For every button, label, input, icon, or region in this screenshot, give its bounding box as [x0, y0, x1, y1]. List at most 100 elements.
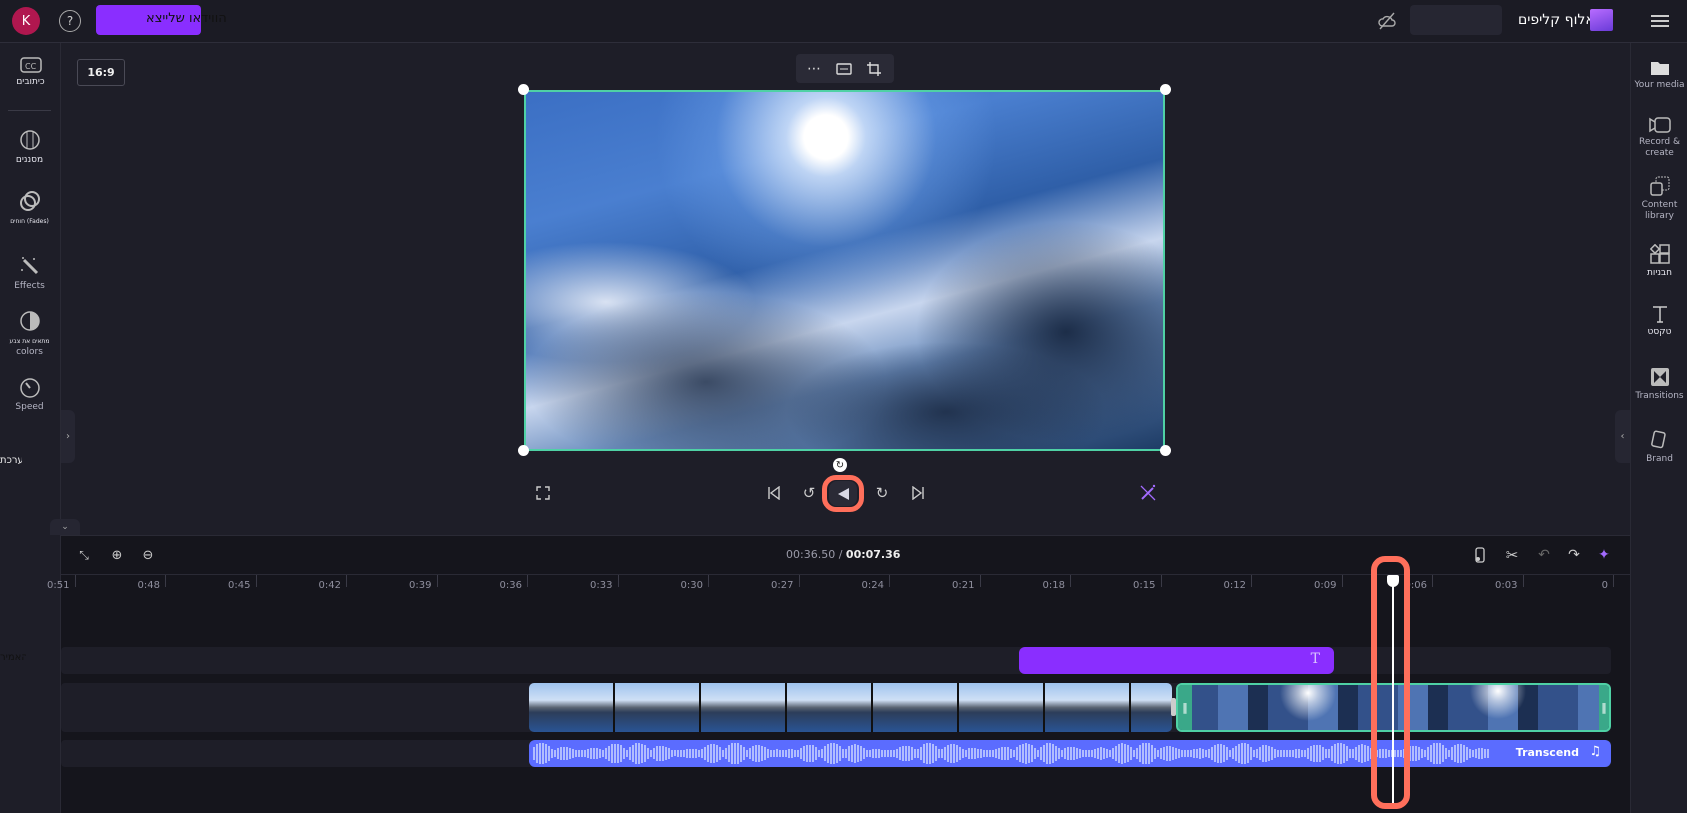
waveform-bar: [1001, 746, 1003, 761]
text-clip[interactable]: T: [1019, 647, 1334, 674]
waveform-bar: [722, 750, 724, 757]
resize-handle[interactable]: [518, 84, 529, 95]
collapse-left-panel-button[interactable]: ›: [61, 410, 75, 463]
undo-icon[interactable]: ↶: [1534, 545, 1554, 565]
clip-trim-handle-right[interactable]: ‖: [1599, 685, 1609, 730]
video-preview[interactable]: [524, 90, 1165, 451]
waveform-bar: [1241, 742, 1243, 765]
adjust-colors-label-2: colors: [16, 347, 43, 357]
aspect-ratio-label: 16:9: [87, 66, 115, 79]
redo-icon[interactable]: ↷: [1564, 545, 1584, 565]
content-library-icon: [1649, 176, 1669, 196]
ai-sparkle-icon[interactable]: ✦: [1594, 545, 1614, 565]
forward-5-icon[interactable]: ↻: [872, 483, 892, 503]
cloud-off-icon[interactable]: [1374, 8, 1400, 34]
resize-handle[interactable]: [1160, 84, 1171, 95]
collapse-timeline-button[interactable]: ⌄: [50, 519, 80, 535]
sidebar-divider: [8, 110, 51, 111]
hamburger-icon[interactable]: [1648, 10, 1672, 32]
record-label: Record &: [1639, 137, 1680, 147]
waveform-bar: [1016, 747, 1018, 760]
waveform-bar: [1043, 744, 1045, 763]
adjust-colors-button[interactable]: מתאים את צבע colors: [1, 310, 58, 358]
waveform-bar: [830, 742, 832, 765]
fade-button[interactable]: חוחים (Fades): [1, 190, 58, 227]
waveform-bar: [1298, 749, 1300, 758]
more-icon[interactable]: ⋯: [802, 58, 826, 79]
waveform-bar: [692, 748, 694, 759]
waveform-bar: [1109, 750, 1111, 757]
captions-button[interactable]: CC כיתובים: [2, 57, 59, 88]
record-label-2: create: [1645, 148, 1674, 158]
sidebar-item-brand[interactable]: Brand: [1631, 430, 1687, 465]
resize-handle[interactable]: [518, 445, 529, 456]
waveform-bar: [863, 747, 865, 760]
waveform-bar: [605, 748, 607, 759]
zoom-in-icon[interactable]: ⊕: [107, 545, 127, 565]
help-icon[interactable]: ?: [59, 10, 81, 32]
video-clip-lake[interactable]: [529, 683, 1172, 732]
rewind-5-icon[interactable]: ↺: [799, 483, 819, 503]
sidebar-item-templates[interactable]: חבניות: [1631, 244, 1687, 279]
waveform-bar: [1478, 748, 1480, 759]
waveform-bar: [1172, 746, 1174, 761]
waveform-bar: [743, 747, 745, 760]
waveform-bar: [587, 748, 589, 759]
content-library-label: Content: [1641, 200, 1678, 210]
waveform-bar: [644, 745, 646, 762]
filters-button[interactable]: מסננים: [1, 129, 58, 166]
waveform-bar: [875, 748, 877, 759]
sidebar-item-text[interactable]: טקסט: [1631, 305, 1687, 338]
clip-trim-handle-left[interactable]: ‖: [1178, 685, 1192, 730]
fit-icon[interactable]: [832, 58, 856, 79]
waveform-bar: [1208, 749, 1210, 758]
collapse-right-panel-button[interactable]: ‹: [1615, 410, 1630, 463]
waveform-bar: [1316, 744, 1318, 763]
resize-handle[interactable]: [1160, 445, 1171, 456]
waveform-bar: [791, 749, 793, 758]
waveform-bar: [1160, 748, 1162, 759]
fit-timeline-icon[interactable]: ⤡: [74, 545, 94, 565]
waveform-bar: [887, 750, 889, 757]
magic-off-icon[interactable]: [1138, 483, 1158, 503]
speed-button[interactable]: Speed: [1, 376, 58, 413]
templates-label: חבניות: [1646, 268, 1673, 278]
rotate-handle-icon[interactable]: ↻: [833, 458, 847, 472]
waveform-bar: [1097, 747, 1099, 760]
waveform-bar: [1058, 748, 1060, 759]
detach-audio-icon[interactable]: [1470, 545, 1490, 565]
waveform-bar: [1028, 743, 1030, 764]
waveform-bar: [1436, 742, 1438, 765]
waveform-bar: [554, 749, 556, 758]
waveform-bar: [1073, 747, 1075, 760]
waveform-bar: [1061, 750, 1063, 757]
waveform-bar: [1445, 748, 1447, 759]
skip-forward-icon[interactable]: [908, 483, 928, 503]
sidebar-item-your-media[interactable]: Your media: [1631, 58, 1687, 91]
waveform-bar: [683, 750, 685, 757]
sidebar-item-transitions[interactable]: Transitions: [1631, 367, 1687, 402]
project-name-field[interactable]: [1410, 5, 1502, 35]
avatar[interactable]: K: [12, 7, 40, 35]
ruler-tick: [436, 575, 438, 587]
waveform-bar: [1349, 748, 1351, 759]
waveform-bar: [1103, 747, 1105, 760]
waveform-bar: [641, 743, 643, 764]
sidebar-item-content-library[interactable]: Content library: [1631, 176, 1687, 222]
fullscreen-icon[interactable]: [533, 483, 553, 503]
effects-button[interactable]: Effects: [1, 255, 58, 292]
waveform-bar: [737, 743, 739, 764]
record-icon: [1648, 117, 1671, 133]
waveform-bar: [776, 749, 778, 758]
skip-back-icon[interactable]: [764, 483, 784, 503]
waveform-bar: [1199, 748, 1201, 759]
split-icon[interactable]: ✂: [1502, 545, 1522, 565]
zoom-out-icon[interactable]: ⊖: [138, 545, 158, 565]
crop-icon[interactable]: [862, 58, 886, 79]
aspect-ratio-button[interactable]: 16:9: [77, 59, 125, 86]
waveform-bar: [1244, 742, 1246, 765]
play-icon[interactable]: [829, 481, 857, 506]
audio-clip[interactable]: Transcend ♫: [529, 740, 1611, 767]
sidebar-item-record-create[interactable]: Record & create: [1631, 117, 1687, 159]
waveform-bar: [557, 748, 559, 759]
